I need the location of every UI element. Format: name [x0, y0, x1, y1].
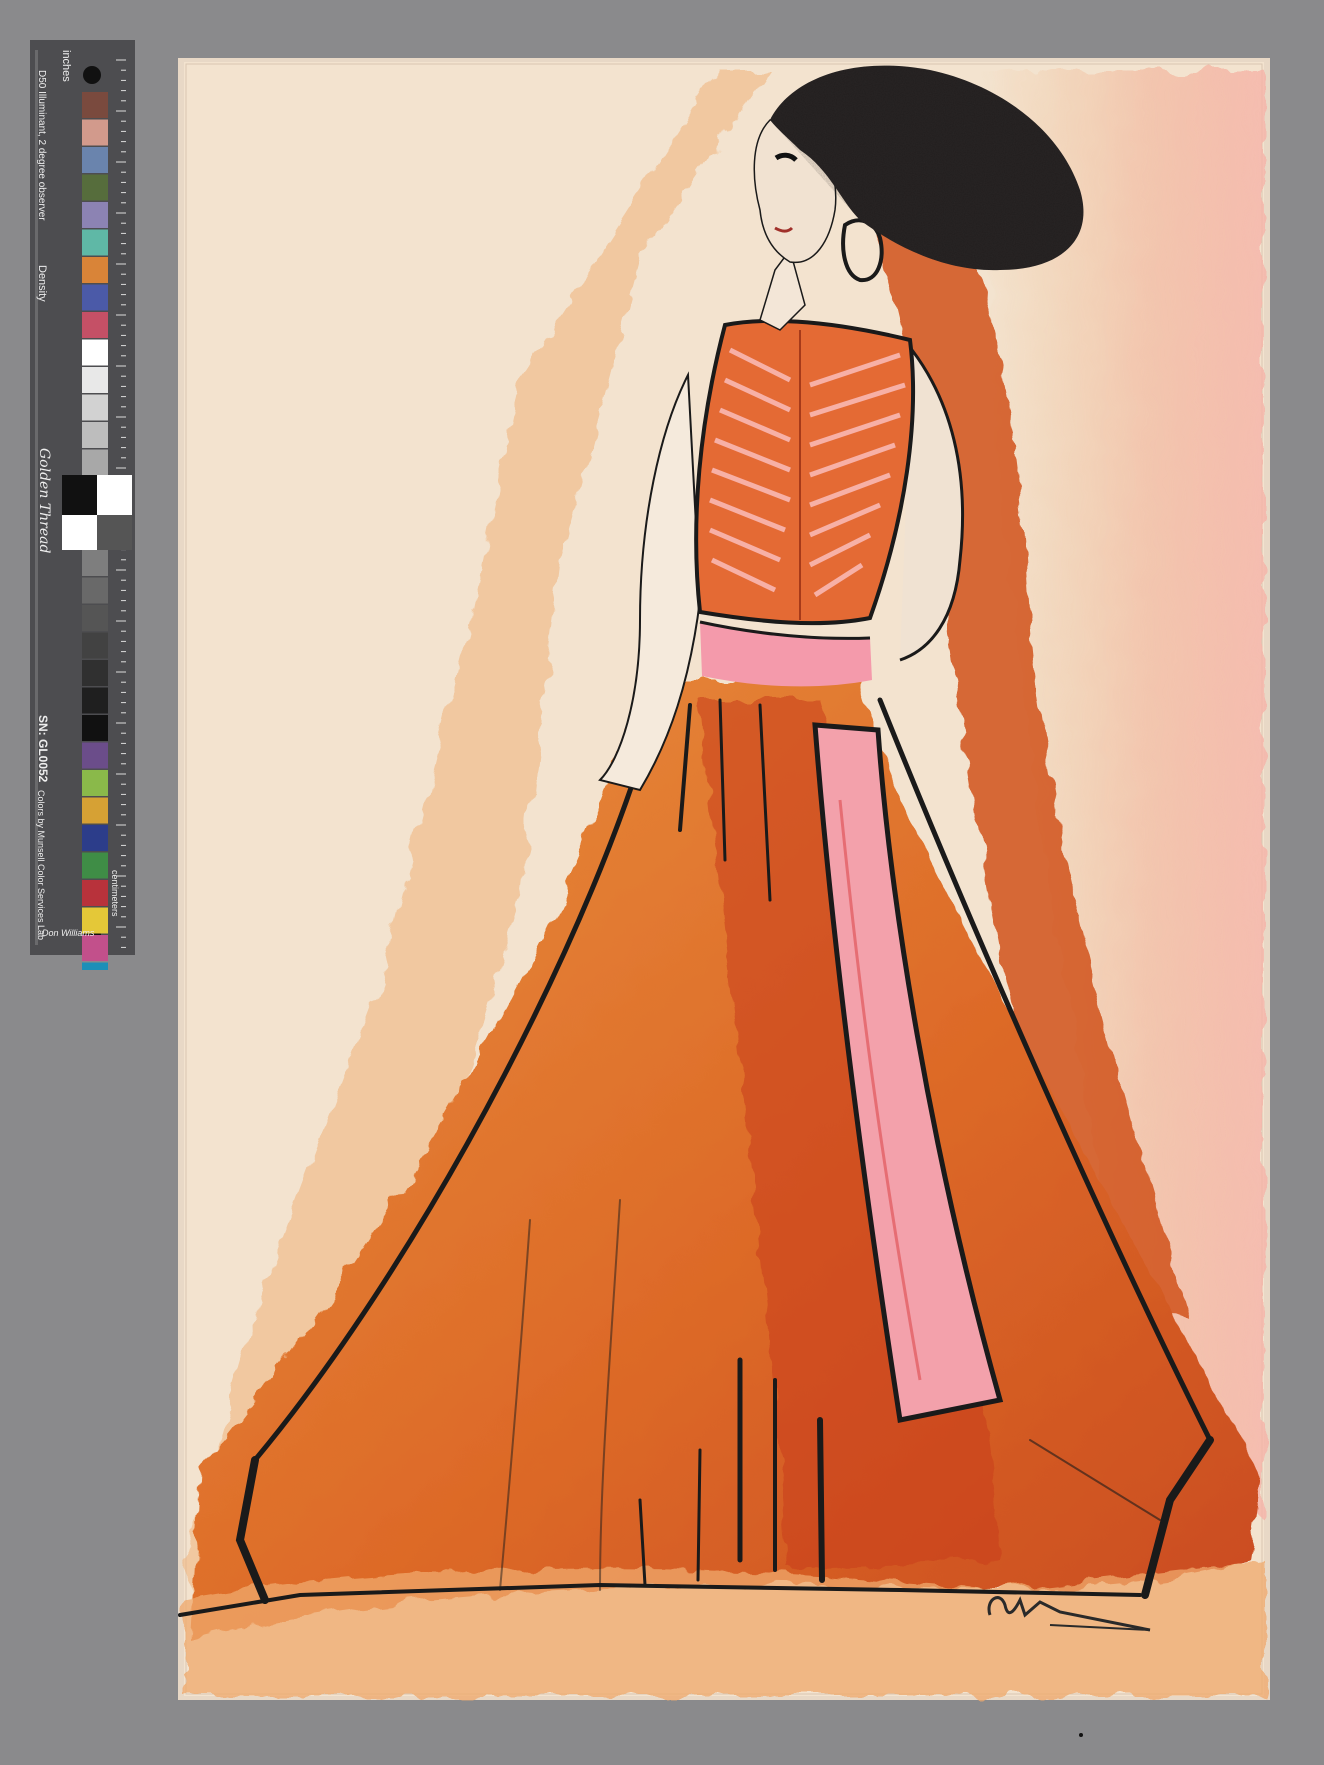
bodice	[696, 320, 914, 624]
photo-scene: inches D50 Illuminant, 2 degree observer…	[0, 0, 1324, 1765]
fashion-illustration	[178, 58, 1270, 1737]
dust-mark	[1079, 1733, 1083, 1737]
